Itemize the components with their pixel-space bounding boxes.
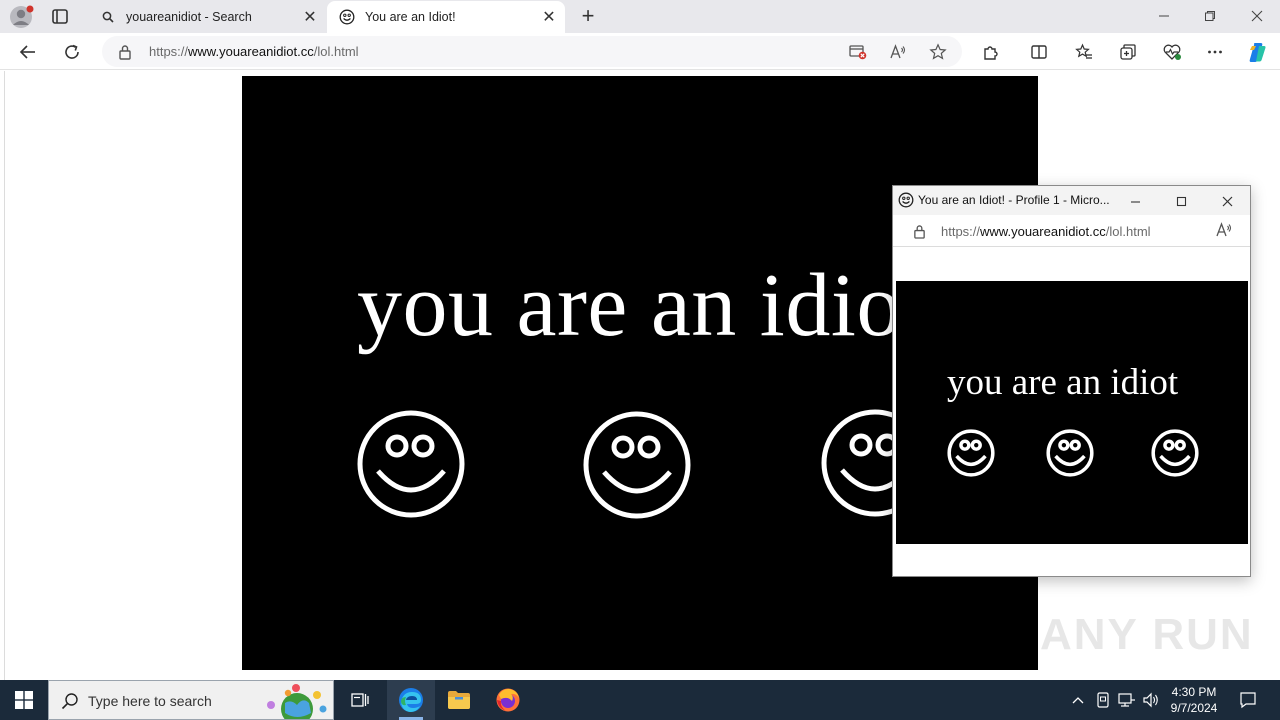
tab-label: You are an Idiot!	[365, 10, 456, 24]
favorites-button[interactable]	[1071, 39, 1097, 65]
favorite-star-icon[interactable]	[928, 42, 948, 62]
restore-button[interactable]	[1190, 4, 1230, 28]
popup-close-button[interactable]	[1211, 189, 1243, 213]
tray-network-button[interactable]	[1116, 680, 1138, 720]
close-icon	[1251, 10, 1263, 22]
minimize-icon	[1159, 15, 1169, 17]
new-tab-button[interactable]: +	[576, 5, 600, 29]
edge-taskbar-app[interactable]	[387, 680, 435, 720]
lock-icon[interactable]	[118, 44, 132, 65]
smiley-face-icon	[583, 411, 691, 519]
popup-headline: you are an idiot	[947, 362, 1179, 403]
minimize-button[interactable]	[1144, 4, 1184, 28]
windows-logo-icon	[15, 691, 33, 709]
show-hidden-icons-button[interactable]	[1068, 680, 1088, 720]
page-headline: you are an idiot	[357, 256, 928, 355]
heart-pulse-icon	[1163, 44, 1181, 60]
tab-actions-button[interactable]	[48, 6, 72, 28]
smiley-face-icon	[947, 429, 995, 477]
back-button[interactable]	[15, 39, 41, 65]
chevron-up-icon	[1072, 697, 1084, 704]
search-placeholder: Type here to search	[88, 693, 212, 709]
popup-maximize-button[interactable]	[1165, 189, 1197, 213]
puzzle-icon	[984, 46, 998, 60]
tray-device-button[interactable]	[1093, 680, 1113, 720]
firefox-taskbar-app[interactable]	[484, 680, 532, 720]
collections-button[interactable]	[1115, 39, 1141, 65]
favorites-list-icon	[1075, 43, 1092, 59]
tab-active[interactable]: You are an Idiot! ✕	[327, 1, 565, 33]
smiley-icon	[898, 192, 914, 213]
split-screen-icon	[1031, 45, 1047, 59]
taskbar-search-box[interactable]: Type here to search	[48, 680, 334, 720]
browser-toolbar: https://www.youareanidiot.cc/lol.html	[0, 33, 1280, 70]
close-tab-icon[interactable]: ✕	[539, 7, 559, 27]
read-aloud-icon[interactable]	[888, 42, 908, 62]
popup-address-bar[interactable]: https://www.youareanidiot.cc/lol.html	[893, 216, 1250, 247]
popup-titlebar[interactable]: You are an Idiot! - Profile 1 - Micro...	[893, 186, 1250, 215]
url-text: https://www.youareanidiot.cc/lol.html	[149, 44, 359, 59]
task-view-icon	[351, 693, 369, 707]
task-view-button[interactable]	[336, 680, 384, 720]
minimize-icon	[1130, 200, 1140, 203]
device-icon	[1097, 692, 1109, 708]
page-divider	[4, 71, 5, 680]
popup-blocked-icon[interactable]	[848, 42, 868, 62]
search-highlight-image[interactable]	[261, 683, 331, 720]
tab-search[interactable]: youareanidiot - Search ✕	[88, 1, 326, 33]
clock-date: 9/7/2024	[1170, 701, 1218, 715]
maximize-icon	[1176, 196, 1186, 206]
ellipsis-icon	[1208, 50, 1222, 54]
close-window-button[interactable]	[1237, 4, 1277, 28]
edge-browser-icon	[399, 688, 423, 712]
clock-time: 4:30 PM	[1171, 685, 1217, 699]
popup-black-stage[interactable]: you are an idiot	[896, 281, 1248, 544]
collections-icon	[1120, 44, 1136, 60]
popup-minimize-button[interactable]	[1119, 189, 1151, 213]
tab-actions-icon	[52, 9, 68, 24]
read-aloud-icon[interactable]	[1215, 222, 1233, 243]
search-icon	[61, 692, 79, 715]
firefox-icon	[496, 688, 520, 712]
more-options-button[interactable]	[1202, 39, 1228, 65]
close-tab-icon[interactable]: ✕	[300, 7, 320, 27]
network-icon	[1118, 693, 1135, 707]
notification-icon	[1240, 692, 1256, 709]
smiley-icon	[339, 9, 355, 25]
profile-icon	[10, 5, 34, 28]
lock-icon	[913, 224, 926, 244]
taskbar-clock[interactable]: 4:30 PM 9/7/2024	[1162, 684, 1226, 716]
taskbar: Type here to search 4:30 PM 9/7/2024	[0, 680, 1280, 720]
start-button[interactable]	[0, 680, 48, 720]
smiley-face-icon	[1046, 429, 1094, 477]
tray-volume-button[interactable]	[1140, 680, 1162, 720]
extensions-button[interactable]	[978, 39, 1004, 65]
popup-window[interactable]: You are an Idiot! - Profile 1 - Micro...…	[892, 185, 1251, 577]
smiley-face-icon	[1151, 429, 1199, 477]
back-arrow-icon	[19, 45, 35, 59]
tab-label: youareanidiot - Search	[126, 10, 252, 24]
refresh-icon	[65, 44, 79, 59]
popup-title: You are an Idiot! - Profile 1 - Micro...	[918, 193, 1110, 207]
split-screen-button[interactable]	[1026, 39, 1052, 65]
copilot-button[interactable]	[1244, 39, 1270, 65]
popup-url-text: https://www.youareanidiot.cc/lol.html	[941, 224, 1151, 239]
close-icon	[1222, 196, 1232, 206]
folder-icon	[448, 691, 470, 709]
copilot-icon	[1249, 43, 1266, 62]
volume-icon	[1143, 692, 1158, 708]
anyrun-watermark: ANY RUN	[1040, 610, 1254, 659]
file-explorer-taskbar-app[interactable]	[435, 680, 483, 720]
tab-strip: youareanidiot - Search ✕ You are an Idio…	[0, 0, 1280, 33]
smiley-face-icon	[357, 410, 465, 518]
address-bar[interactable]: https://www.youareanidiot.cc/lol.html	[102, 36, 962, 67]
profile-avatar[interactable]	[8, 4, 34, 30]
browser-essentials-button[interactable]	[1159, 39, 1185, 65]
restore-icon	[1205, 11, 1215, 21]
search-icon	[100, 9, 116, 25]
refresh-button[interactable]	[59, 39, 85, 65]
notifications-button[interactable]	[1234, 680, 1262, 720]
